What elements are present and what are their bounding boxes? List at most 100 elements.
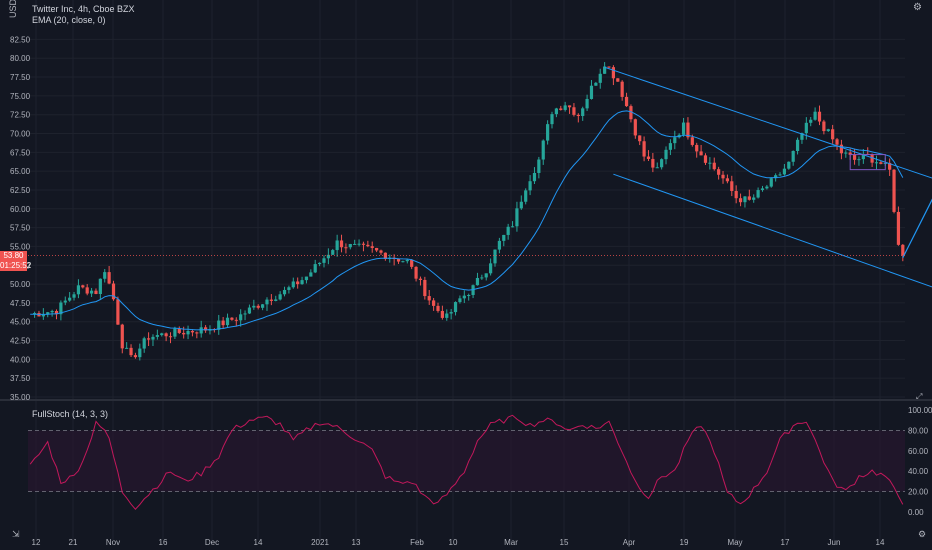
chart-canvas[interactable]: 82.50 80.00 77.50 75.00 72.50 70.00 67.50 65.00… bbox=[0, 0, 932, 550]
stoch-legend: FullStoch (14, 3, 3) bbox=[32, 409, 108, 419]
x-tick-label: 14 bbox=[876, 538, 885, 547]
candle-body bbox=[695, 144, 699, 152]
candle-body bbox=[489, 263, 493, 274]
symbol-title: Twitter Inc, 4h, Cboe BZX bbox=[32, 4, 135, 14]
candle-body bbox=[809, 119, 813, 123]
candle-body bbox=[717, 169, 721, 175]
candle-body bbox=[616, 78, 620, 82]
goto-icon[interactable]: ⇲ bbox=[12, 529, 20, 540]
candle-body bbox=[239, 314, 243, 321]
candle-body bbox=[182, 332, 186, 335]
candle-body bbox=[642, 141, 646, 157]
candle-body bbox=[624, 96, 629, 107]
candle-body bbox=[567, 105, 572, 108]
settings-icon[interactable]: ⚙ bbox=[913, 2, 922, 13]
candle-body bbox=[63, 300, 67, 303]
candle-body bbox=[151, 336, 155, 340]
candle-body bbox=[94, 290, 98, 294]
candle-body bbox=[822, 121, 826, 132]
candle-body bbox=[826, 129, 830, 132]
candle-body bbox=[874, 162, 879, 164]
y-tick-label: 60.00 bbox=[10, 205, 31, 214]
candle-body bbox=[506, 226, 510, 235]
candle-body bbox=[765, 186, 769, 189]
stoch-tick-label: 40.00 bbox=[908, 467, 929, 476]
candle-body bbox=[532, 172, 537, 182]
candle-body bbox=[594, 82, 598, 86]
x-tick-label: May bbox=[727, 538, 742, 547]
stoch-label: FullStoch (14, 3, 3) bbox=[32, 409, 109, 419]
candle-body bbox=[278, 294, 282, 300]
x-tick-label: 19 bbox=[680, 538, 689, 547]
candle-body bbox=[646, 156, 651, 159]
stoch-tick-label: 60.00 bbox=[908, 447, 929, 456]
candle-body bbox=[269, 299, 273, 301]
candle-body bbox=[879, 162, 883, 164]
y-tick-label: 72.50 bbox=[10, 111, 31, 120]
candle-body bbox=[234, 319, 238, 321]
candle-body bbox=[738, 198, 743, 203]
candle-body bbox=[260, 304, 265, 308]
candle-body bbox=[778, 174, 782, 176]
candle-body bbox=[190, 330, 195, 333]
ema-legend: EMA (20, close, 0) bbox=[32, 15, 106, 25]
candle-body bbox=[791, 150, 795, 162]
candle-body bbox=[318, 262, 322, 265]
candle-body bbox=[72, 294, 76, 298]
candle-body bbox=[120, 324, 124, 349]
candle-body bbox=[125, 347, 129, 349]
candle-body bbox=[480, 277, 484, 279]
y-tick-label: 75.00 bbox=[10, 92, 31, 101]
candle-body bbox=[620, 81, 624, 97]
candle-body bbox=[541, 140, 545, 160]
candle-body bbox=[651, 158, 655, 168]
candle-body bbox=[484, 273, 488, 278]
price-badge: 53.80 01:25:52 bbox=[0, 251, 31, 271]
stoch-tick-label: 80.00 bbox=[908, 426, 929, 435]
candle-body bbox=[515, 208, 519, 227]
y-tick-label: 42.50 bbox=[10, 337, 31, 346]
candle-body bbox=[401, 261, 405, 263]
y-tick-label: 65.00 bbox=[10, 167, 31, 176]
candle-body bbox=[892, 169, 896, 212]
x-tick-label: 21 bbox=[69, 538, 78, 547]
candle-body bbox=[896, 211, 901, 245]
candle-body bbox=[831, 129, 835, 140]
candle-body bbox=[50, 310, 54, 313]
currency-label: USD bbox=[8, 0, 18, 18]
candle-body bbox=[85, 287, 89, 294]
candle-body bbox=[852, 154, 857, 160]
candle-body bbox=[633, 119, 637, 136]
candle-body bbox=[370, 246, 374, 248]
x-tick-label: 2021 bbox=[311, 538, 329, 547]
candle-body bbox=[835, 139, 839, 145]
candle-body bbox=[361, 243, 366, 245]
candle-body bbox=[379, 250, 383, 253]
candle-body bbox=[107, 272, 111, 284]
y-tick-label: 35.00 bbox=[10, 393, 31, 402]
y-tick-label: 80.00 bbox=[10, 54, 31, 63]
candle-body bbox=[712, 162, 716, 170]
candle-body bbox=[230, 317, 234, 320]
candle-body bbox=[291, 281, 295, 288]
candle-body bbox=[146, 338, 151, 340]
candle-body bbox=[414, 266, 418, 279]
candle-body bbox=[116, 299, 120, 325]
candle-body bbox=[309, 272, 313, 277]
candle-body bbox=[423, 279, 427, 297]
y-tick-label: 77.50 bbox=[10, 73, 31, 82]
candle-body bbox=[418, 278, 423, 280]
collapse-icon[interactable]: ⤢ bbox=[916, 392, 922, 402]
candle-body bbox=[199, 327, 203, 334]
candle-body bbox=[782, 168, 787, 175]
candle-body bbox=[844, 152, 848, 154]
candle-body bbox=[673, 137, 677, 144]
x-tick-label: Feb bbox=[410, 538, 424, 547]
reset-icon[interactable]: ⚙ bbox=[918, 529, 926, 540]
y-tick-label: 57.50 bbox=[10, 224, 31, 233]
candle-body bbox=[795, 139, 800, 151]
candle-body bbox=[396, 259, 401, 262]
candle-body bbox=[164, 333, 168, 337]
x-tick-label: 10 bbox=[449, 538, 458, 547]
candle-body bbox=[138, 348, 142, 358]
